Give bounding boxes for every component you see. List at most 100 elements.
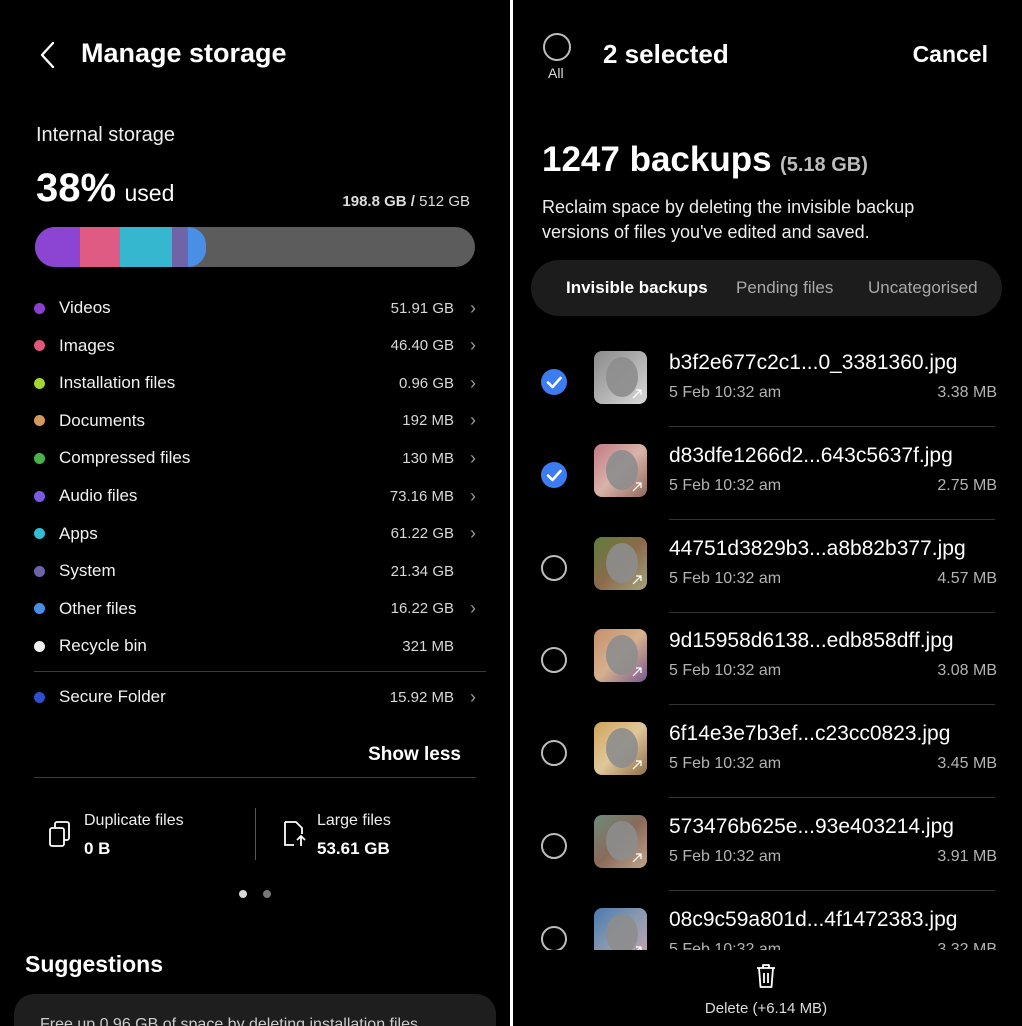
category-name: Videos (59, 298, 111, 317)
expand-icon (632, 574, 642, 585)
category-size: 51.91 GB (390, 299, 454, 317)
category-row-recycle-bin: Recycle bin 321 MB (34, 629, 476, 663)
duplicate-files-label: Duplicate files (84, 812, 184, 829)
file-size: 3.38 MB (937, 384, 997, 401)
file-name: b3f2e677c2c1...0_3381360.jpg (669, 351, 958, 374)
file-row[interactable]: 573476b625e...93e403214.jpg 5 Feb 10:32 a… (513, 807, 1022, 899)
checkmark-icon (546, 469, 562, 482)
category-row-images[interactable]: Images 46.40 GB › (34, 329, 476, 363)
file-thumbnail (594, 815, 647, 868)
category-row-audio-files[interactable]: Audio files 73.16 MB › (34, 479, 476, 513)
storage-usage-bar (35, 227, 475, 267)
file-name: 9d15958d6138...edb858dff.jpg (669, 629, 954, 653)
chevron-right-icon: › (470, 297, 476, 318)
row-divider (669, 797, 995, 799)
file-name: 08c9c59a801d...4f1472383.jpg (669, 907, 958, 931)
bar-segment-other (188, 227, 206, 267)
checkbox-unchecked[interactable] (541, 554, 567, 581)
file-name: 573476b625e...93e403214.jpg (669, 815, 954, 838)
bar-segment-images (80, 227, 120, 267)
file-date: 5 Feb 10:32 am (669, 848, 782, 865)
checkmark-icon (546, 376, 562, 389)
expand-icon (632, 482, 642, 492)
checkbox-checked[interactable] (541, 461, 567, 488)
chevron-right-icon: › (470, 447, 476, 468)
file-thumbnail (594, 443, 647, 497)
category-name: Installation files (59, 373, 176, 393)
cancel-button[interactable]: Cancel (913, 41, 988, 68)
file-date: 5 Feb 10:32 am (669, 476, 782, 494)
chevron-right-icon: › (470, 598, 476, 619)
delete-label: Delete (+6.14 MB) (704, 1000, 828, 1017)
suggestion-card[interactable]: Free up 0.96 GB of space by deleting ins… (14, 994, 496, 1026)
storage-total-value: 512 GB (419, 193, 470, 210)
tab-pending-files[interactable]: Pending files (736, 278, 833, 298)
row-divider (669, 518, 995, 520)
storage-capacity: 198.8 GB / 512 GB (342, 193, 470, 210)
tab-invisible-backups[interactable]: Invisible backups (566, 278, 708, 298)
category-row-videos[interactable]: Videos 51.91 GB › (34, 291, 476, 325)
category-color-dot (34, 452, 45, 464)
show-less-button[interactable]: Show less (368, 744, 461, 766)
checkbox-unchecked[interactable] (541, 740, 567, 767)
select-all-checkbox[interactable] (543, 33, 571, 61)
category-row-documents[interactable]: Documents 192 MB › (34, 404, 476, 438)
category-size: 16.22 GB (390, 600, 454, 618)
card-divider (255, 808, 256, 860)
page-indicator-active (239, 890, 247, 898)
large-files-icon (284, 821, 306, 846)
delete-button[interactable]: Delete (+6.14 MB) (701, 956, 831, 1022)
category-row-installation-files[interactable]: Installation files 0.96 GB › (34, 366, 476, 400)
checkbox-unchecked[interactable] (541, 925, 567, 952)
checkbox-unchecked[interactable] (541, 647, 567, 674)
row-divider (669, 611, 995, 613)
storage-percent-used: 38% used (36, 166, 174, 211)
file-row[interactable]: b3f2e677c2c1...0_3381360.jpg 5 Feb 10:32 … (513, 343, 1022, 435)
file-name: d83dfe1266d2...643c5637f.jpg (669, 443, 953, 467)
category-name: Other files (59, 598, 137, 618)
chevron-right-icon: › (470, 335, 476, 356)
file-thumbnail (594, 536, 647, 590)
large-files-label: Large files (317, 812, 391, 829)
file-date: 5 Feb 10:32 am (669, 569, 782, 587)
category-name: Recycle bin (59, 636, 147, 656)
manage-storage-panel: Manage storage Internal storage 38% used… (0, 0, 510, 1026)
file-size: 2.75 MB (937, 476, 997, 494)
file-row[interactable]: 9d15958d6138...edb858dff.jpg 5 Feb 10:32 … (513, 621, 1022, 713)
category-row-compressed-files[interactable]: Compressed files 130 MB › (34, 441, 476, 475)
backup-selection-panel: All 2 selected Cancel 1247 backups (5.18… (513, 0, 1022, 1026)
select-all-label: All (548, 65, 564, 81)
duplicate-files-card[interactable]: Duplicate files 0 B (46, 808, 246, 862)
category-name: Apps (59, 523, 98, 543)
category-color-dot (34, 528, 45, 540)
expand-icon (632, 667, 642, 677)
secure-folder-row[interactable]: Secure Folder 15.92 MB › (34, 680, 476, 714)
back-button[interactable] (34, 38, 64, 72)
category-color-dot (34, 415, 45, 427)
storage-separator: / (406, 193, 420, 210)
checkbox-checked[interactable] (541, 369, 567, 395)
category-size: 0.96 GB (398, 374, 454, 392)
tab-uncategorised[interactable]: Uncategorised (868, 278, 978, 298)
category-row-apps[interactable]: Apps 61.22 GB › (34, 517, 476, 551)
category-size: 192 MB (402, 412, 454, 430)
divider (34, 777, 476, 778)
large-files-card[interactable]: Large files 53.61 GB (280, 808, 480, 862)
bar-segment-apps (120, 227, 172, 267)
checkbox-unchecked[interactable] (541, 833, 567, 859)
duplicate-files-value: 0 B (84, 839, 111, 858)
back-arrow-icon (40, 41, 55, 69)
category-size: 46.40 GB (390, 337, 454, 355)
file-date: 5 Feb 10:32 am (669, 662, 782, 680)
file-row[interactable]: 6f14e3e7b3ef...c23cc0823.jpg 5 Feb 10:32 … (513, 714, 1022, 806)
file-row[interactable]: d83dfe1266d2...643c5637f.jpg 5 Feb 10:32 … (513, 436, 1022, 528)
large-files-value: 53.61 GB (317, 839, 390, 858)
file-row[interactable]: 44751d3829b3...a8b82b377.jpg 5 Feb 10:32 … (513, 529, 1022, 621)
page-title: Manage storage (81, 38, 287, 68)
backups-description: Reclaim space by deleting the invisible … (542, 197, 915, 242)
selected-count: 2 selected (603, 39, 729, 69)
file-size: 3.45 MB (937, 755, 997, 773)
category-row-other-files[interactable]: Other files 16.22 GB › (34, 592, 476, 626)
chevron-right-icon: › (470, 686, 476, 707)
suggestions-title: Suggestions (25, 951, 164, 977)
